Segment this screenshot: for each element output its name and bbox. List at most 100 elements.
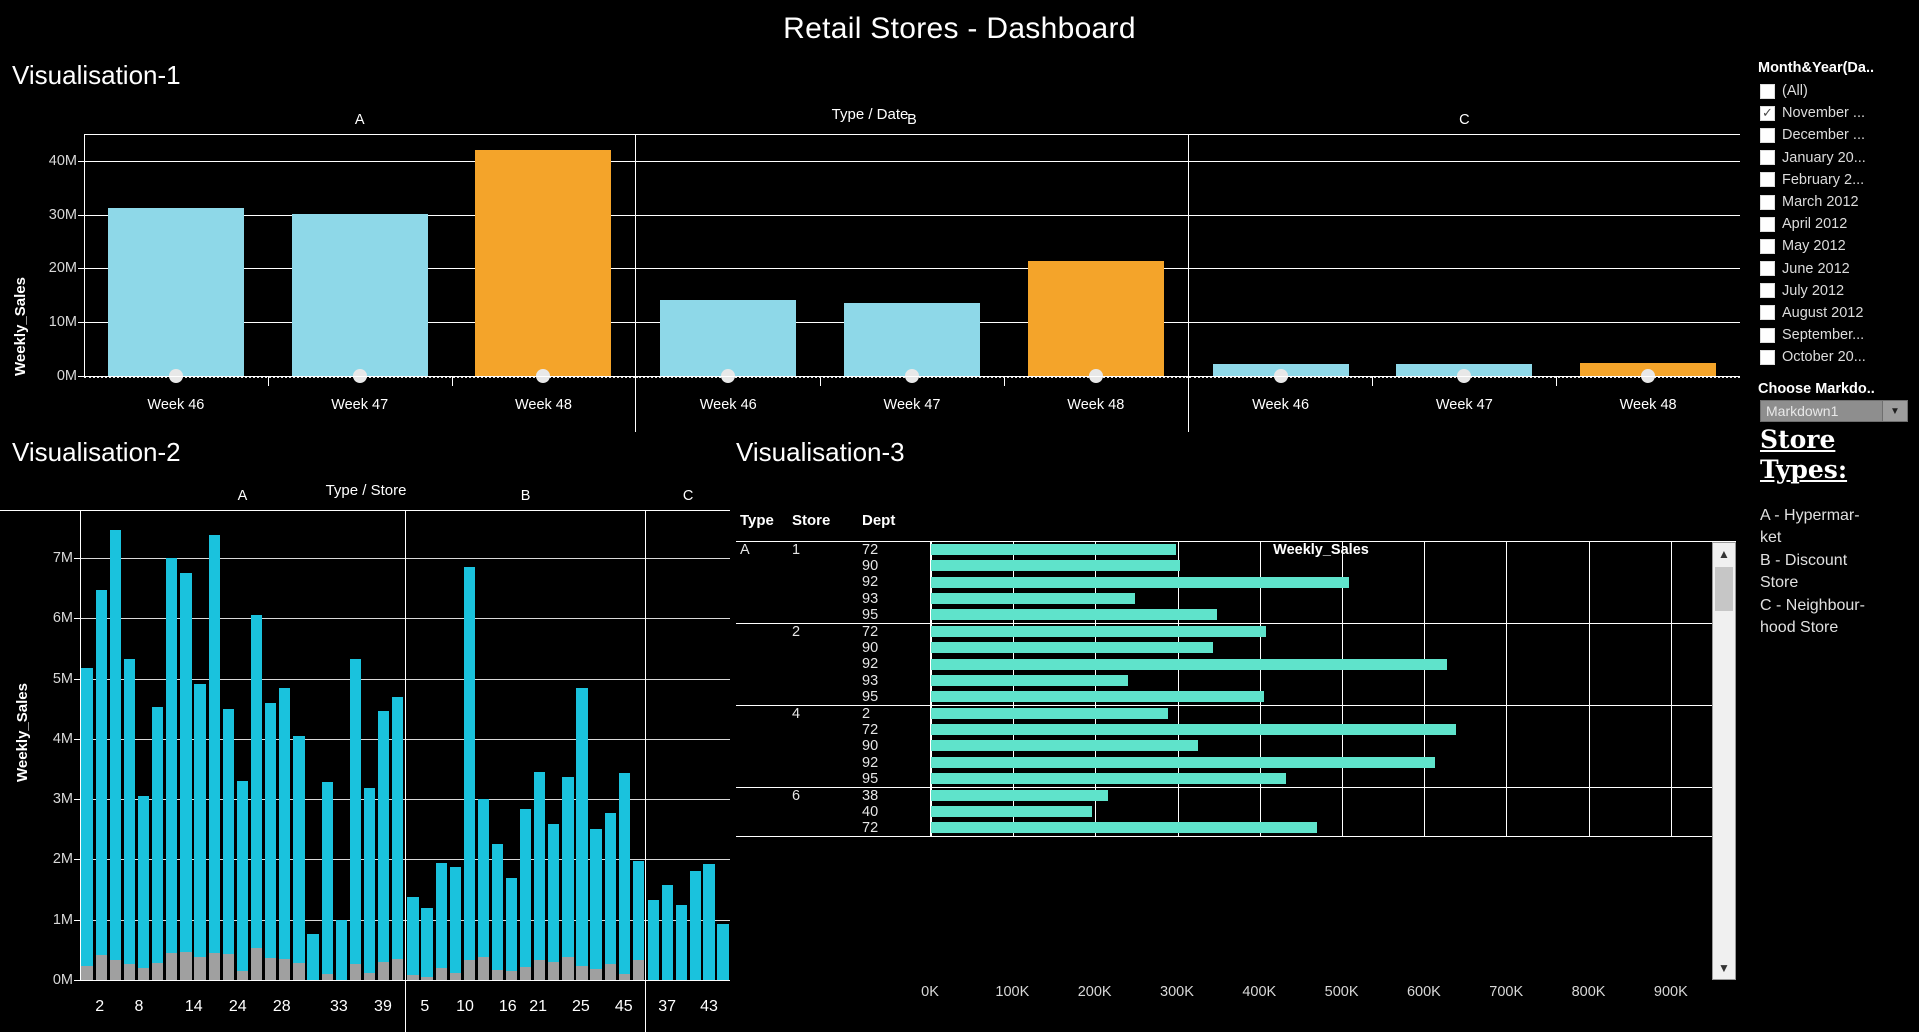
vis2-bar-secondary[interactable] — [95, 954, 107, 980]
vis1-bar[interactable] — [291, 214, 428, 376]
checkbox-icon[interactable] — [1760, 172, 1775, 188]
vis2-bar[interactable] — [576, 687, 588, 980]
vis2-bar[interactable] — [95, 590, 107, 980]
filter-item-7[interactable]: May 2012 — [1760, 235, 1919, 257]
vis2-bar[interactable] — [180, 573, 192, 980]
vis2-bar-secondary[interactable] — [194, 956, 206, 980]
vis2-bar[interactable] — [703, 863, 715, 980]
vis2-bar[interactable] — [250, 615, 263, 980]
vis2-bar-secondary[interactable] — [534, 960, 546, 980]
vis2-bar-secondary[interactable] — [166, 952, 178, 980]
vis2-bar-secondary[interactable] — [477, 957, 490, 980]
vis2-bar-secondary[interactable] — [208, 952, 220, 980]
checkbox-icon[interactable] — [1760, 327, 1775, 343]
checkbox-icon[interactable] — [1760, 127, 1775, 143]
vis2-bar-secondary[interactable] — [137, 967, 150, 980]
checkbox-icon[interactable] — [1760, 349, 1775, 365]
vis2-bar-secondary[interactable] — [590, 969, 602, 980]
vis2-bar[interactable] — [689, 870, 701, 980]
vis2-bar-secondary[interactable] — [576, 965, 588, 980]
vis2-bar[interactable] — [505, 877, 518, 980]
vis2-bar[interactable] — [194, 684, 206, 980]
checkbox-icon[interactable] — [1760, 194, 1775, 210]
vis2-bar-secondary[interactable] — [81, 965, 93, 980]
vis2-bar-secondary[interactable] — [349, 964, 362, 980]
filter-item-10[interactable]: August 2012 — [1760, 302, 1919, 324]
vis2-bar[interactable] — [407, 896, 419, 980]
checkbox-icon[interactable] — [1760, 216, 1775, 232]
vis2-bar-secondary[interactable] — [109, 960, 121, 980]
vis2-bar[interactable] — [208, 535, 220, 980]
vis2-bar[interactable] — [618, 772, 630, 980]
markdown-select[interactable]: Markdown1 ▼ — [1760, 400, 1908, 422]
filter-item-11[interactable]: September... — [1760, 324, 1919, 346]
checkbox-icon[interactable] — [1760, 238, 1775, 254]
checkbox-checked-icon[interactable] — [1760, 105, 1775, 121]
filter-item-4[interactable]: February 2... — [1760, 169, 1919, 191]
vis1-bar[interactable] — [107, 208, 244, 376]
vis2-bar[interactable] — [109, 529, 121, 980]
vis2-bar[interactable] — [421, 907, 433, 980]
vis2-bar-secondary[interactable] — [378, 961, 390, 980]
vis2-bar-secondary[interactable] — [265, 958, 277, 980]
month-year-filter-list[interactable]: (All) November ... December ... January 20.… — [1760, 80, 1919, 368]
vis2-bar[interactable] — [562, 776, 574, 980]
vis1-bar[interactable] — [1027, 260, 1164, 376]
filter-item-3[interactable]: January 20... — [1760, 147, 1919, 169]
vis2-bar-secondary[interactable] — [363, 973, 376, 980]
vis2-bar[interactable] — [81, 667, 93, 980]
vis2-bar-secondary[interactable] — [392, 958, 404, 980]
checkbox-icon[interactable] — [1760, 283, 1775, 299]
chevron-down-icon[interactable]: ▼ — [1713, 957, 1735, 979]
filter-item-0[interactable]: (All) — [1760, 80, 1919, 102]
vis2-bar[interactable] — [349, 659, 362, 980]
vis2-bar-secondary[interactable] — [632, 960, 644, 980]
filter-item-2[interactable]: December ... — [1760, 124, 1919, 146]
vis2-bar[interactable] — [363, 787, 376, 980]
vis2-bar[interactable] — [236, 780, 249, 980]
vis2-bar-secondary[interactable] — [152, 962, 164, 980]
scrollbar-thumb[interactable] — [1715, 567, 1733, 611]
vis1-bar[interactable] — [475, 150, 612, 376]
vis2-bar-secondary[interactable] — [279, 958, 291, 980]
vis3-scrollbar[interactable]: ▲ ▼ — [1712, 542, 1736, 980]
filter-item-8[interactable]: June 2012 — [1760, 258, 1919, 280]
vis2-bar[interactable] — [335, 919, 347, 980]
vis2-bar-secondary[interactable] — [520, 966, 532, 980]
vis2-bar[interactable] — [477, 799, 490, 980]
vis2-bar[interactable] — [137, 796, 150, 980]
vis2-bar[interactable] — [435, 863, 447, 980]
vis2-bar-secondary[interactable] — [491, 970, 504, 980]
filter-item-6[interactable]: April 2012 — [1760, 213, 1919, 235]
vis2-bar-secondary[interactable] — [180, 951, 192, 980]
vis2-bar[interactable] — [548, 823, 560, 980]
vis2-bar-secondary[interactable] — [123, 963, 136, 980]
vis2-bar-secondary[interactable] — [250, 948, 263, 980]
vis2-bar[interactable] — [661, 885, 673, 980]
vis2-bar[interactable] — [392, 697, 404, 980]
vis2-bar-secondary[interactable] — [236, 970, 249, 980]
vis2-bar[interactable] — [449, 867, 461, 980]
vis2-bar[interactable] — [534, 772, 546, 980]
chevron-up-icon[interactable]: ▲ — [1713, 543, 1735, 565]
vis2-bar[interactable] — [166, 558, 178, 980]
checkbox-icon[interactable] — [1760, 83, 1775, 99]
vis2-bar[interactable] — [491, 843, 504, 980]
vis2-bar[interactable] — [123, 659, 136, 980]
vis2-bar-secondary[interactable] — [463, 959, 475, 980]
vis2-bar[interactable] — [463, 566, 475, 980]
vis2-bar[interactable] — [520, 808, 532, 980]
vis2-bar[interactable] — [279, 687, 291, 980]
vis2-bar-secondary[interactable] — [222, 954, 234, 980]
filter-item-12[interactable]: October 20... — [1760, 346, 1919, 368]
vis2-bar-secondary[interactable] — [604, 964, 616, 980]
vis2-bar-secondary[interactable] — [449, 972, 461, 980]
vis2-bar-secondary[interactable] — [293, 962, 305, 980]
filter-item-1[interactable]: November ... — [1760, 102, 1919, 124]
chevron-down-icon[interactable]: ▼ — [1882, 401, 1907, 421]
vis1-bar[interactable] — [660, 299, 797, 376]
vis2-bar-secondary[interactable] — [505, 970, 518, 980]
vis2-bar[interactable] — [647, 900, 659, 980]
vis2-bar-secondary[interactable] — [435, 967, 447, 980]
vis2-bar[interactable] — [307, 933, 319, 980]
